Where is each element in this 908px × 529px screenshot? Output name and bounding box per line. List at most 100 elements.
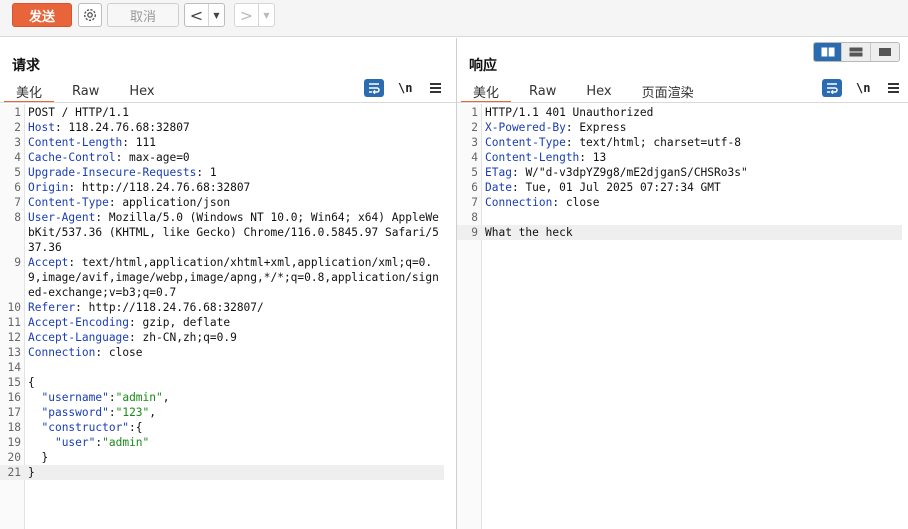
header-value: 13 [592,151,607,164]
json-key: "user" [54,436,96,449]
line-code: Accept: text/html,application/xhtml+xml,… [25,255,444,300]
header-colon: : [196,166,210,179]
line-code: X-Powered-By: Express [482,120,626,135]
json-colon: : [108,391,116,404]
request-line: 20 } [0,450,444,465]
line-code: "user":"admin" [25,435,149,450]
layout-switch [813,42,900,62]
header-value: zh-CN,zh;q=0.9 [142,331,237,344]
header-value: max-age=0 [129,151,190,164]
response-line: 5 ETag: W/"d-v3dpYZ9g8/mE2djganS/CHSRo3s" [457,165,902,180]
request-line: 10 Referer: http://118.24.76.68:32807/ [0,300,444,315]
response-tab-0[interactable]: 美化 [461,81,512,103]
hamburger-menu-icon[interactable] [888,83,900,93]
line-code: HTTP/1.1 401 Unauthorized [485,106,654,119]
json-value: "123" [115,406,150,419]
line-number: 8 [471,211,478,224]
request-editor[interactable]: 1 POST / HTTP/1.1 2 Host: 118.24.76.68:3280… [0,104,456,529]
line-number: 9 [471,226,478,239]
line-number: 10 [7,301,21,314]
response-tab-3[interactable]: 页面渲染 [630,81,706,102]
line-code: Cache-Control: max-age=0 [25,150,190,165]
line-number: 4 [471,151,478,164]
gear-icon [83,8,97,22]
word-wrap-icon [369,83,380,94]
forward-button[interactable]: > [235,4,258,26]
word-wrap-icon [827,83,838,94]
request-title: 请求 [12,58,40,74]
line-code: Content-Type: text/html; charset=utf-8 [482,135,741,150]
header-colon: : [579,151,593,164]
line-code: Referer: http://118.24.76.68:32807/ [25,300,264,315]
header-value: Tue, 01 Jul 2025 07:27:34 GMT [525,181,721,194]
json-colon: : [129,421,136,434]
response-tabs-divider [457,102,908,103]
header-name: Connection [28,346,96,359]
request-line: 16 "username":"admin", [0,390,444,405]
line-code: } [28,466,35,479]
line-code: "username":"admin", [25,390,169,405]
response-pane: 响应 美化 Raw Hex 页面渲染 \n 1 HTTP/1.1 401 Unautho… [457,38,908,529]
layout-horizontal-button[interactable] [842,43,871,61]
header-colon: : [95,346,109,359]
cancel-button[interactable]: 取消 [107,3,179,27]
layout-split-button[interactable] [814,43,843,61]
send-button[interactable]: 发送 [12,3,72,27]
json-key: "password" [41,406,109,419]
request-line: 13 Connection: close [0,345,444,360]
request-wrap-toggle[interactable] [364,79,384,97]
header-colon: : [552,196,566,209]
response-wrap-toggle[interactable] [822,79,842,97]
header-colon: : [511,166,526,179]
response-editor[interactable]: 1 HTTP/1.1 401 Unauthorized 2 X-Powered-By:… [457,104,908,529]
header-name: Content-Length [28,136,123,149]
line-code: Host: 118.24.76.68:32807 [25,120,190,135]
header-colon: : [75,301,89,314]
response-line: 2 X-Powered-By: Express [457,120,902,135]
line-code: { [28,376,35,389]
response-newline-toggle[interactable]: \n [856,81,870,95]
request-tab-0[interactable]: 美化 [4,81,55,103]
line-code: Accept-Encoding: gzip, deflate [25,315,230,330]
header-value: gzip, deflate [142,316,231,329]
line-number: 13 [7,346,21,359]
request-line: 11 Accept-Encoding: gzip, deflate [0,315,444,330]
line-number: 1 [14,106,21,119]
request-tab-2[interactable]: Hex [117,81,166,102]
response-tab-1[interactable]: Raw [517,81,568,102]
request-newline-toggle[interactable]: \n [398,81,412,95]
response-lines: 1 HTTP/1.1 401 Unauthorized 2 X-Powered-By:… [457,105,902,240]
back-button[interactable]: < [185,4,208,26]
header-colon: : [95,211,109,224]
response-line: 8 [457,210,902,225]
response-tab-2[interactable]: Hex [574,81,623,102]
line-code: Connection: close [25,345,143,360]
line-code: What the heck [485,226,573,239]
request-line: 3 Content-Length: 111 [0,135,444,150]
line-number: 2 [471,121,478,134]
line-number: 3 [471,136,478,149]
line-number: 16 [7,391,21,404]
header-value: Express [579,121,627,134]
header-colon: : [108,196,123,209]
request-tab-1[interactable]: Raw [60,81,111,102]
back-history-dropdown[interactable]: ▼ [208,4,224,26]
header-name: Accept [28,256,69,269]
line-number: 9 [14,256,21,269]
hamburger-menu-icon[interactable] [430,83,442,93]
layout-single-button[interactable] [871,43,899,61]
line-number: 6 [471,181,478,194]
header-value: text/html; charset=utf-8 [579,136,741,149]
settings-button[interactable] [78,3,102,27]
forward-history-dropdown[interactable]: ▼ [258,4,274,26]
json-punct: { [135,421,143,434]
request-line: 4 Cache-Control: max-age=0 [0,150,444,165]
header-value: 111 [135,136,156,149]
response-title: 响应 [469,58,497,74]
header-name: X-Powered-By [485,121,566,134]
